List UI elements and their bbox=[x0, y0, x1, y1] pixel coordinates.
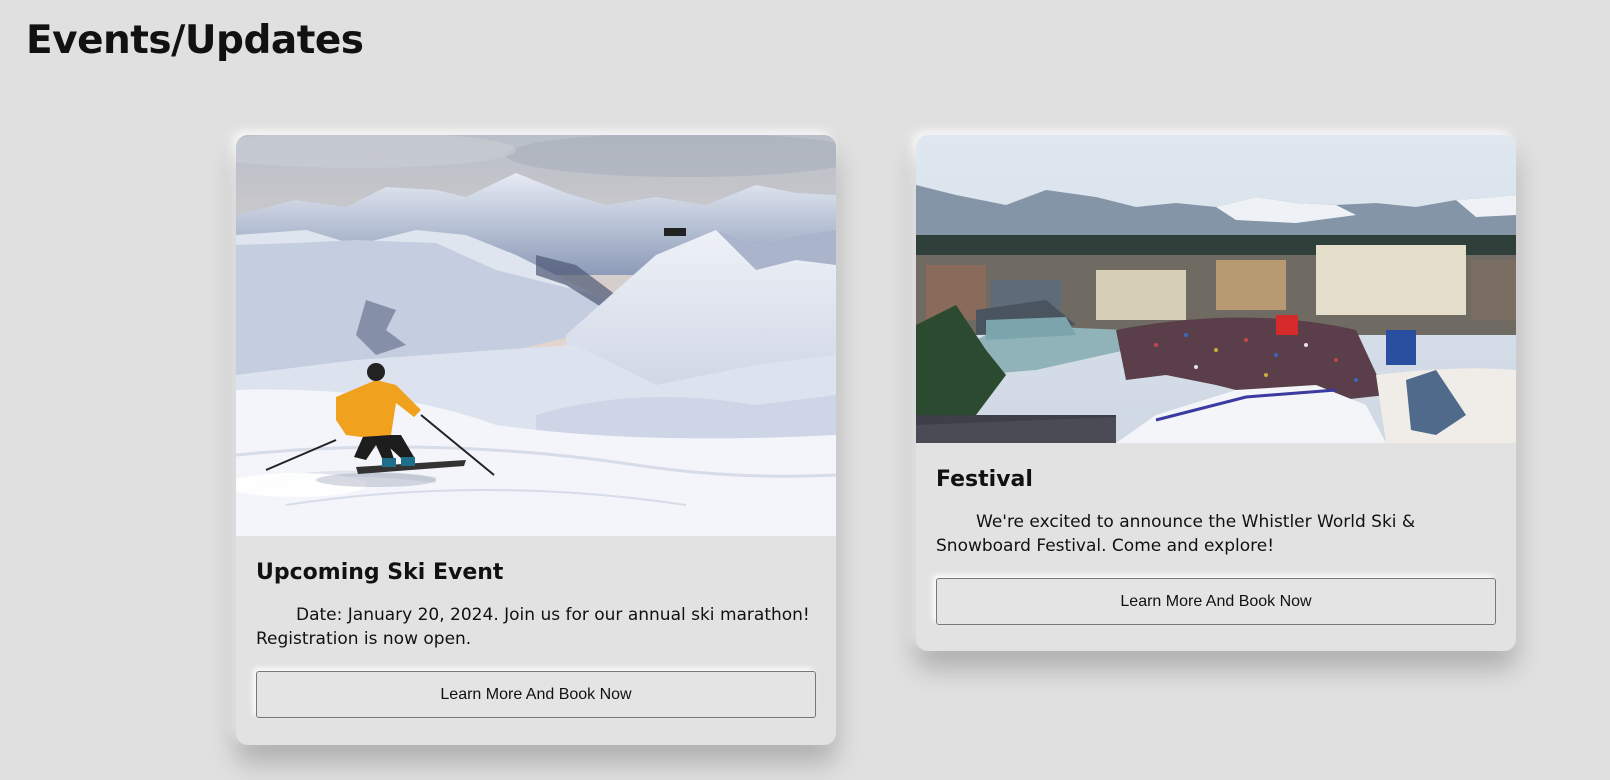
event-card-festival: Festival We're excited to announce the W… bbox=[916, 135, 1516, 651]
event-description: Date: January 20, 2024. Join us for our … bbox=[256, 605, 810, 649]
ski-event-image bbox=[236, 135, 836, 536]
event-description: We're excited to announce the Whistler W… bbox=[936, 512, 1416, 556]
learn-more-book-button[interactable]: Learn More And Book Now bbox=[256, 671, 816, 718]
event-title: Festival bbox=[936, 467, 1033, 492]
learn-more-book-button[interactable]: Learn More And Book Now bbox=[936, 578, 1496, 625]
festival-image bbox=[916, 135, 1516, 443]
page-title: Events/Updates bbox=[26, 18, 364, 63]
event-title: Upcoming Ski Event bbox=[256, 560, 504, 585]
event-card-ski: Upcoming Ski Event Date: January 20, 202… bbox=[236, 135, 836, 745]
